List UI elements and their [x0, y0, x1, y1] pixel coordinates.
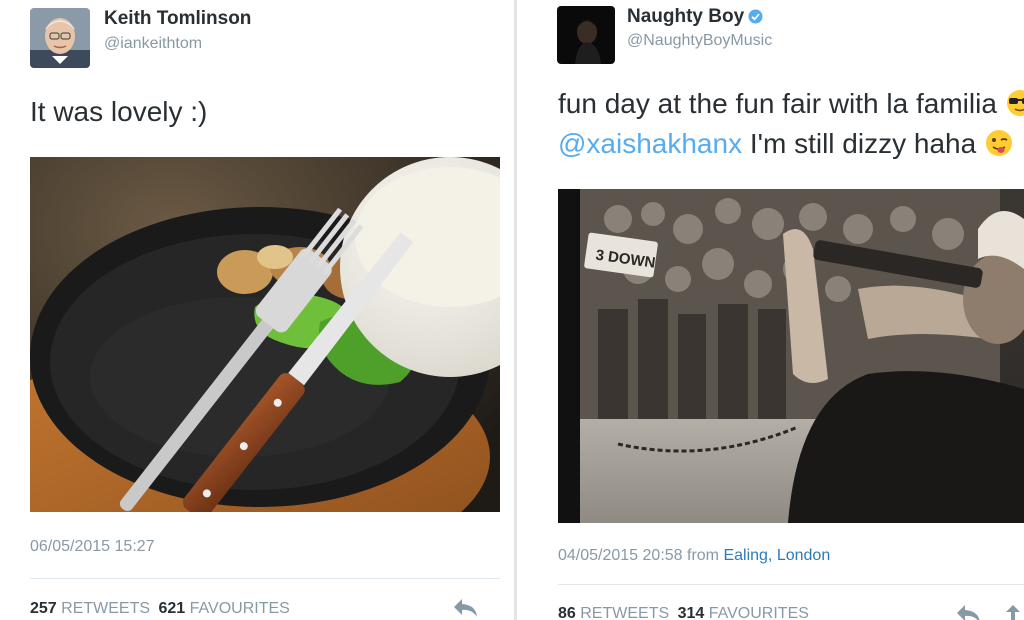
favourites-label[interactable]: FAVOURITES: [709, 605, 809, 620]
right-tweet-panel: Naughty Boy @NaughtyBoyMusic fun day at …: [517, 0, 1024, 620]
retweets-count[interactable]: 86: [558, 605, 576, 620]
left-tweet-panel: Keith Tomlinson @iankeithtom It was love…: [0, 0, 514, 620]
location-link[interactable]: Ealing, London: [723, 547, 830, 564]
tweet-timestamp[interactable]: 04/05/2015 20:58: [558, 547, 683, 564]
tweet-text-line1: fun day at the fun fair with la familia: [558, 84, 1024, 124]
food-plate-photo[interactable]: [30, 157, 500, 512]
verified-badge-icon: [748, 8, 763, 24]
mention-link[interactable]: @xaishakhanx: [558, 128, 742, 159]
retweets-label[interactable]: RETWEETS: [580, 605, 669, 620]
author-handle[interactable]: @NaughtyBoyMusic: [627, 32, 772, 50]
tweet-text-line2: @xaishakhanx I'm still dizzy haha: [558, 124, 1014, 164]
author-name[interactable]: Keith Tomlinson: [104, 8, 251, 30]
reply-icon[interactable]: [452, 597, 480, 619]
tweet-text: It was lovely :): [30, 96, 208, 127]
sunglasses-emoji: [1005, 88, 1024, 118]
favourites-count[interactable]: 621: [159, 600, 186, 617]
favourites-label[interactable]: FAVOURITES: [190, 600, 290, 617]
divider-line: [30, 578, 500, 579]
keith-avatar[interactable]: [30, 8, 90, 68]
tweet-stats: 257 RETWEETS 621 FAVOURITES: [30, 600, 290, 618]
author-name[interactable]: Naughty Boy: [627, 6, 763, 28]
winking-tongue-emoji: [984, 128, 1014, 158]
from-label: from: [682, 547, 724, 564]
tweet-timestamp-line: 04/05/2015 20:58 from Ealing, London: [558, 547, 830, 565]
retweets-label[interactable]: RETWEETS: [61, 600, 150, 617]
author-handle[interactable]: @iankeithtom: [104, 35, 202, 53]
fun-fair-photo[interactable]: 3 DOWN: [558, 189, 1024, 523]
divider-line: [558, 584, 1024, 585]
retweets-count[interactable]: 257: [30, 600, 57, 617]
retweet-icon[interactable]: [1002, 603, 1024, 620]
tweet-timestamp[interactable]: 06/05/2015 15:27: [30, 538, 155, 556]
tweet-text-body: fun day at the fun fair with la familia: [558, 88, 997, 119]
naughtyboy-avatar[interactable]: [557, 6, 615, 64]
author-name-text[interactable]: Naughty Boy: [627, 6, 744, 27]
tweet-stats: 86 RETWEETS 314 FAVOURITES: [558, 605, 809, 620]
favourites-count[interactable]: 314: [678, 605, 705, 620]
tweet-text-rest: I'm still dizzy haha: [742, 128, 977, 159]
reply-icon[interactable]: [955, 603, 983, 620]
